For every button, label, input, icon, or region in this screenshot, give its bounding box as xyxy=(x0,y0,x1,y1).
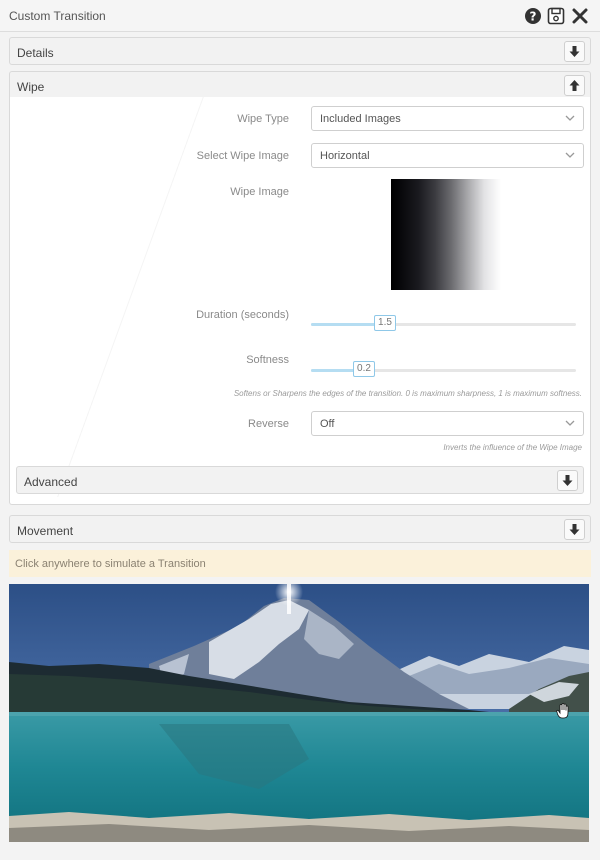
window-title: Custom Transition xyxy=(9,9,106,23)
wipe-section-label: Wipe xyxy=(17,80,45,94)
wipe-image-label: Wipe Image xyxy=(230,186,289,198)
softness-slider[interactable]: 0.2 xyxy=(311,361,576,377)
wipe-section-header[interactable]: Wipe xyxy=(9,71,591,99)
arrow-up-icon xyxy=(569,80,580,91)
help-icon[interactable]: ? xyxy=(524,7,542,25)
softness-hint: Softens or Sharpens the edges of the tra… xyxy=(233,389,582,398)
select-wipe-image-label: Select Wipe Image xyxy=(196,150,289,162)
chevron-down-icon xyxy=(565,152,575,158)
wipe-type-select[interactable]: Included Images xyxy=(311,106,584,131)
arrow-down-icon xyxy=(569,46,580,57)
close-icon[interactable] xyxy=(571,7,589,25)
duration-slider-handle[interactable]: 1.5 xyxy=(374,315,396,331)
arrow-down-icon xyxy=(562,475,573,486)
mountain-lake-image xyxy=(9,584,589,842)
arrow-down-icon xyxy=(569,524,580,535)
movement-section-header[interactable]: Movement xyxy=(9,515,591,543)
chevron-down-icon xyxy=(565,420,575,426)
duration-slider[interactable]: 1.5 xyxy=(311,315,576,331)
advanced-section-header[interactable]: Advanced xyxy=(16,466,584,494)
save-icon[interactable] xyxy=(547,7,565,25)
wipe-type-label: Wipe Type xyxy=(237,113,289,125)
expand-movement-button[interactable] xyxy=(564,519,585,540)
select-wipe-image-value: Horizontal xyxy=(320,150,370,162)
movement-section-label: Movement xyxy=(17,524,74,538)
reverse-hint: Inverts the influence of the Wipe Image xyxy=(443,443,582,452)
wipe-image-preview xyxy=(391,179,501,290)
chevron-down-icon xyxy=(565,115,575,121)
duration-label: Duration (seconds) xyxy=(196,309,289,321)
reverse-value: Off xyxy=(320,418,335,430)
details-section-label: Details xyxy=(17,46,54,60)
details-section-header[interactable]: Details xyxy=(9,37,591,65)
select-wipe-image-select[interactable]: Horizontal xyxy=(311,143,584,168)
collapse-wipe-button[interactable] xyxy=(564,75,585,96)
wipe-section-body: Wipe Type Included Images Select Wipe Im… xyxy=(9,97,591,505)
softness-slider-handle[interactable]: 0.2 xyxy=(353,361,375,377)
reverse-select[interactable]: Off xyxy=(311,411,584,436)
notice-text: Click anywhere to simulate a Transition xyxy=(15,558,206,570)
expand-details-button[interactable] xyxy=(564,41,585,62)
wipe-type-value: Included Images xyxy=(320,113,401,125)
hand-cursor-icon xyxy=(556,703,570,722)
window-titlebar: Custom Transition ? xyxy=(0,0,600,32)
svg-text:?: ? xyxy=(530,10,537,24)
simulate-transition-notice: Click anywhere to simulate a Transition xyxy=(9,550,591,577)
transition-preview-area[interactable] xyxy=(9,584,589,842)
expand-advanced-button[interactable] xyxy=(557,470,578,491)
reverse-label: Reverse xyxy=(248,418,289,430)
softness-label: Softness xyxy=(246,354,289,366)
advanced-section-label: Advanced xyxy=(24,475,78,489)
